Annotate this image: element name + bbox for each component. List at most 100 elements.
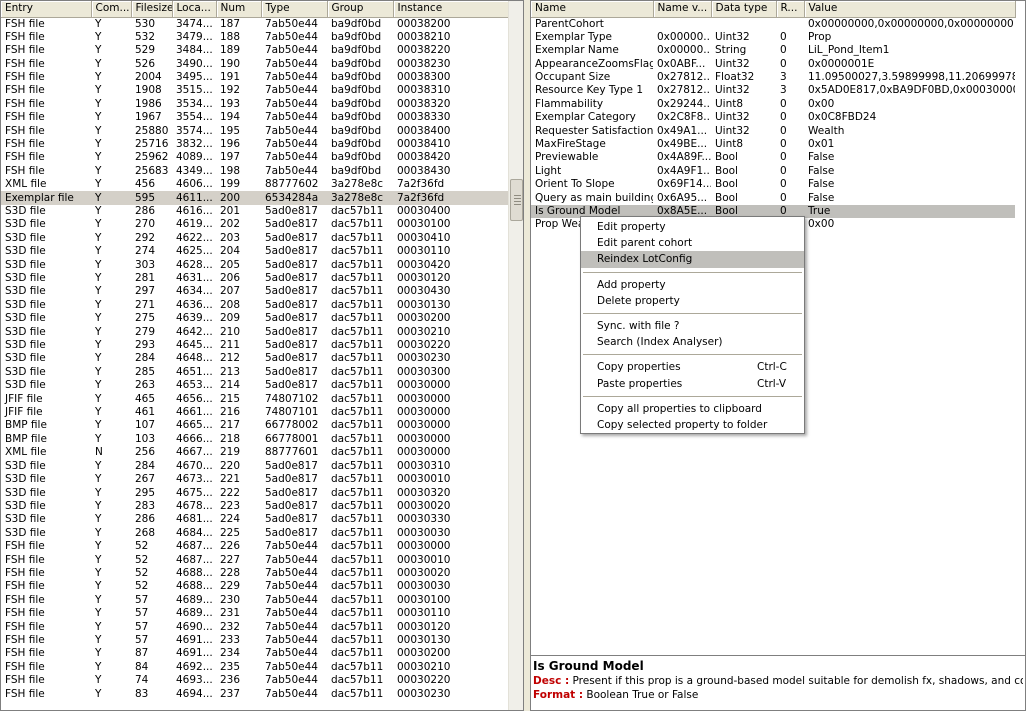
property-row[interactable]: Query as main building 0x6A95... Bool 0 Fals… bbox=[531, 191, 1015, 204]
property-cell: 3 bbox=[780, 84, 787, 97]
column-header[interactable]: Num bbox=[216, 1, 262, 18]
file-row[interactable]: S3D file Y 281 4631... 206 5ad0e817 dac57b11 00… bbox=[1, 272, 508, 285]
menu-item[interactable]: Paste properties Ctrl-V bbox=[581, 376, 804, 392]
file-row[interactable]: S3D file Y 293 4645... 211 5ad0e817 dac57b11 00… bbox=[1, 339, 508, 352]
menu-item[interactable]: Delete property bbox=[581, 293, 804, 309]
menu-item[interactable]: Copy all properties to clipboard bbox=[581, 401, 804, 417]
file-row[interactable]: FSH file Y 52 4687... 227 7ab50e44 dac57b11 000… bbox=[1, 553, 508, 566]
column-header[interactable]: R... bbox=[776, 1, 805, 18]
file-cell: 00030420 bbox=[397, 258, 451, 271]
file-cell: dac57b11 bbox=[331, 298, 384, 311]
file-row[interactable]: FSH file Y 529 3484... 189 7ab50e44 ba9df0bd 00… bbox=[1, 44, 508, 57]
file-cell: Y bbox=[95, 352, 102, 365]
property-row[interactable]: Exemplar Type 0x00000... Uint32 0 Prop bbox=[531, 31, 1015, 44]
file-row[interactable]: FSH file Y 526 3490... 190 7ab50e44 ba9df0bd 00… bbox=[1, 57, 508, 70]
file-cell: 4642... bbox=[176, 325, 213, 338]
file-row[interactable]: FSH file Y 52 4688... 228 7ab50e44 dac57b11 000… bbox=[1, 567, 508, 580]
file-row[interactable]: FSH file Y 57 4690... 232 7ab50e44 dac57b11 000… bbox=[1, 620, 508, 633]
property-row[interactable]: AppearanceZoomsFlag 0x0ABF... Uint32 0 0x000… bbox=[531, 57, 1015, 70]
file-row[interactable]: S3D file Y 286 4681... 224 5ad0e817 dac57b11 00… bbox=[1, 513, 508, 526]
menu-item[interactable]: Search (Index Analyser) bbox=[581, 334, 804, 350]
file-row[interactable]: JFIF file Y 465 4656... 215 74807102 dac57b11 0… bbox=[1, 392, 508, 405]
property-row[interactable]: Requester Satisfaction 0x49A1... Uint32 0 We… bbox=[531, 124, 1015, 137]
file-row[interactable]: XML file Y 456 4606... 199 88777602 3a278e8c 7a… bbox=[1, 178, 508, 191]
property-row[interactable]: Flammability 0x29244... Uint8 0 0x00 bbox=[531, 98, 1015, 111]
property-row[interactable]: Exemplar Category 0x2C8F8... Uint32 0 0x0C8F… bbox=[531, 111, 1015, 124]
file-row[interactable]: FSH file Y 25716 3832... 196 7ab50e44 ba9df0bd… bbox=[1, 138, 508, 151]
file-row[interactable]: S3D file Y 268 4684... 225 5ad0e817 dac57b11 00… bbox=[1, 527, 508, 540]
file-row[interactable]: S3D file Y 284 4648... 212 5ad0e817 dac57b11 00… bbox=[1, 352, 508, 365]
file-row[interactable]: BMP file Y 103 4666... 218 66778001 dac57b11 00… bbox=[1, 433, 508, 446]
file-row[interactable]: S3D file Y 283 4678... 223 5ad0e817 dac57b11 00… bbox=[1, 500, 508, 513]
column-header[interactable]: Loca... bbox=[172, 1, 217, 18]
column-header[interactable]: Name v... bbox=[653, 1, 712, 18]
file-row[interactable]: S3D file Y 267 4673... 221 5ad0e817 dac57b11 00… bbox=[1, 473, 508, 486]
property-cell: Exemplar Category bbox=[535, 111, 636, 124]
property-row[interactable]: Previewable 0x4A89F... Bool 0 False bbox=[531, 151, 1015, 164]
menu-item[interactable]: Edit parent cohort bbox=[581, 235, 804, 251]
file-row[interactable]: S3D file Y 263 4653... 214 5ad0e817 dac57b11 00… bbox=[1, 379, 508, 392]
property-row[interactable]: Occupant Size 0x27812... Float32 3 11.095000… bbox=[531, 71, 1015, 84]
property-row[interactable]: MaxFireStage 0x49BE... Uint8 0 0x01 bbox=[531, 138, 1015, 151]
menu-item[interactable]: Copy selected property to folder bbox=[581, 417, 804, 433]
menu-item[interactable]: Copy properties Ctrl-C bbox=[581, 359, 804, 375]
file-cell: ba9df0bd bbox=[331, 111, 382, 124]
file-row[interactable]: FSH file Y 57 4689... 230 7ab50e44 dac57b11 000… bbox=[1, 594, 508, 607]
file-row[interactable]: S3D file Y 295 4675... 222 5ad0e817 dac57b11 00… bbox=[1, 486, 508, 499]
file-row[interactable]: FSH file Y 74 4693... 236 7ab50e44 dac57b11 000… bbox=[1, 674, 508, 687]
column-header[interactable]: Type bbox=[261, 1, 328, 18]
property-row[interactable]: Resource Key Type 1 0x27812... Uint32 3 0x5A… bbox=[531, 84, 1015, 97]
file-row[interactable]: S3D file Y 279 4642... 210 5ad0e817 dac57b11 00… bbox=[1, 325, 508, 338]
column-header[interactable]: Filesize bbox=[131, 1, 173, 18]
column-header[interactable]: Instance bbox=[393, 1, 509, 18]
file-row[interactable]: Exemplar file Y 595 4611... 200 6534284a 3a278… bbox=[1, 191, 508, 205]
file-row[interactable]: S3D file Y 297 4634... 207 5ad0e817 dac57b11 00… bbox=[1, 285, 508, 298]
file-row[interactable]: FSH file Y 57 4691... 233 7ab50e44 dac57b11 000… bbox=[1, 634, 508, 647]
file-row[interactable]: FSH file Y 1986 3534... 193 7ab50e44 ba9df0bd 0… bbox=[1, 98, 508, 111]
property-cell: 0x00 bbox=[808, 97, 835, 110]
file-row[interactable]: FSH file Y 84 4692... 235 7ab50e44 dac57b11 000… bbox=[1, 661, 508, 674]
column-header[interactable]: Data type bbox=[711, 1, 777, 18]
file-row[interactable]: FSH file Y 530 3474... 187 7ab50e44 ba9df0bd 00… bbox=[1, 17, 508, 31]
file-row[interactable]: FSH file Y 57 4689... 231 7ab50e44 dac57b11 000… bbox=[1, 607, 508, 620]
file-row[interactable]: FSH file Y 1908 3515... 192 7ab50e44 ba9df0bd 0… bbox=[1, 84, 508, 97]
file-row[interactable]: FSH file Y 25683 4349... 198 7ab50e44 ba9df0bd… bbox=[1, 165, 508, 178]
file-row[interactable]: S3D file Y 285 4651... 213 5ad0e817 dac57b11 00… bbox=[1, 366, 508, 379]
file-row[interactable]: FSH file Y 87 4691... 234 7ab50e44 dac57b11 000… bbox=[1, 647, 508, 660]
file-row[interactable]: S3D file Y 292 4622... 203 5ad0e817 dac57b11 00… bbox=[1, 232, 508, 245]
file-row[interactable]: S3D file Y 271 4636... 208 5ad0e817 dac57b11 00… bbox=[1, 299, 508, 312]
file-row[interactable]: BMP file Y 107 4665... 217 66778002 dac57b11 00… bbox=[1, 419, 508, 432]
property-row[interactable]: Light 0x4A9F1... Bool 0 False bbox=[531, 165, 1015, 178]
file-cell: dac57b11 bbox=[331, 285, 384, 298]
file-row[interactable]: FSH file Y 25880 3574... 195 7ab50e44 ba9df0bd… bbox=[1, 124, 508, 137]
property-row[interactable]: ParentCohort 0x00000000,0x00000000,0x0000… bbox=[531, 17, 1015, 31]
menu-item[interactable]: Add property bbox=[581, 277, 804, 293]
menu-item[interactable]: Edit property bbox=[581, 219, 804, 235]
file-row[interactable]: S3D file Y 275 4639... 209 5ad0e817 dac57b11 00… bbox=[1, 312, 508, 325]
file-row[interactable]: S3D file Y 286 4616... 201 5ad0e817 dac57b11 00… bbox=[1, 205, 508, 218]
scrollbar-thumb[interactable] bbox=[510, 179, 523, 221]
file-row[interactable]: FSH file Y 83 4694... 237 7ab50e44 dac57b11 000… bbox=[1, 687, 508, 700]
property-row[interactable]: Orient To Slope 0x69F14... Bool 0 False bbox=[531, 178, 1015, 191]
file-row[interactable]: JFIF file Y 461 4661... 216 74807101 dac57b11 0… bbox=[1, 406, 508, 419]
file-row[interactable]: FSH file Y 532 3479... 188 7ab50e44 ba9df0bd 00… bbox=[1, 31, 508, 44]
file-row[interactable]: FSH file Y 52 4688... 229 7ab50e44 dac57b11 000… bbox=[1, 580, 508, 593]
file-row[interactable]: XML file N 256 4667... 219 88777601 dac57b11 00… bbox=[1, 446, 508, 459]
file-row[interactable]: FSH file Y 25962 4089... 197 7ab50e44 ba9df0bd… bbox=[1, 151, 508, 164]
file-row[interactable]: S3D file Y 303 4628... 205 5ad0e817 dac57b11 00… bbox=[1, 258, 508, 271]
column-header[interactable]: Entry bbox=[1, 1, 92, 18]
property-row[interactable]: Exemplar Name 0x00000... String 0 LiL_Pond_I… bbox=[531, 44, 1015, 57]
file-row[interactable]: FSH file Y 52 4687... 226 7ab50e44 dac57b11 000… bbox=[1, 540, 508, 553]
file-row[interactable]: S3D file Y 270 4619... 202 5ad0e817 dac57b11 00… bbox=[1, 218, 508, 231]
file-row[interactable]: FSH file Y 1967 3554... 194 7ab50e44 ba9df0bd 0… bbox=[1, 111, 508, 124]
menu-item[interactable]: Sync. with file ? bbox=[581, 318, 804, 334]
menu-item[interactable]: Reindex LotConfig bbox=[581, 251, 804, 268]
column-header[interactable]: Com... bbox=[91, 1, 132, 18]
file-row[interactable]: S3D file Y 274 4625... 204 5ad0e817 dac57b11 00… bbox=[1, 245, 508, 258]
column-header[interactable]: Value bbox=[804, 1, 1016, 18]
file-row[interactable]: FSH file Y 2004 3495... 191 7ab50e44 ba9df0bd 0… bbox=[1, 71, 508, 84]
file-list-scrollbar[interactable] bbox=[508, 1, 523, 710]
file-row[interactable]: S3D file Y 284 4670... 220 5ad0e817 dac57b11 00… bbox=[1, 460, 508, 473]
column-header[interactable]: Name bbox=[531, 1, 654, 18]
column-header[interactable]: Group bbox=[327, 1, 394, 18]
